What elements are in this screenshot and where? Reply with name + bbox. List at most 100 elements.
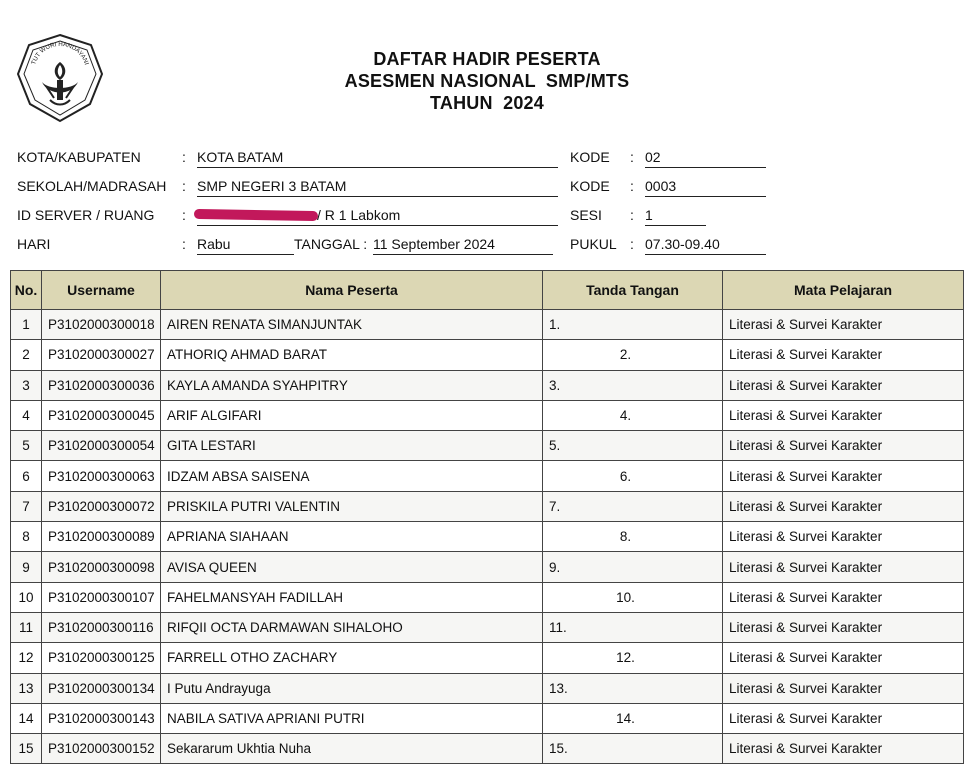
signature-number: 9. <box>549 559 561 575</box>
row-username: P3102000300107 <box>41 581 161 613</box>
sesi-value: 1 <box>645 207 706 226</box>
sesi-label: SESI <box>570 207 602 223</box>
row-nama: KAYLA AMANDA SYAHPITRY <box>160 369 543 401</box>
table-row: 11 P3102000300116 RIFQII OCTA DARMAWAN SIH… <box>10 611 964 644</box>
table-row: 5 P3102000300054 GITA LESTARI 5. Literasi & … <box>10 430 964 462</box>
header-no: No. <box>10 270 42 310</box>
row-username: P3102000300098 <box>41 551 161 583</box>
table-body: 1 P3102000300018 AIREN RENATA SIMANJUNTAK 1… <box>10 308 964 765</box>
colon: : <box>630 236 634 252</box>
row-no: 7 <box>10 490 42 523</box>
row-tanda-tangan: 10. <box>542 581 723 613</box>
table-row: 12 P3102000300125 FARRELL OTHO ZACHARY 12. L… <box>10 642 964 674</box>
hari-value: Rabu <box>197 236 294 255</box>
table-row: 13 P3102000300134 I Putu Andrayuga 13. Liter… <box>10 672 964 704</box>
table-row: 15 P3102000300152 Sekararum Ukhtia Nuha 15.… <box>10 733 964 765</box>
server-value: / R 1 Labkom <box>317 207 401 223</box>
row-tanda-tangan: 14. <box>542 702 723 735</box>
sekolah-label: SEKOLAH/MADRASAH <box>17 178 167 194</box>
colon: : <box>630 207 634 223</box>
row-tanda-tangan: 2. <box>542 339 723 371</box>
row-no: 1 <box>10 308 42 341</box>
row-nama: GITA LESTARI <box>160 430 543 462</box>
row-tanda-tangan: 6. <box>542 460 723 492</box>
row-tanda-tangan: 9. <box>542 551 723 583</box>
row-nama: I Putu Andrayuga <box>160 672 543 704</box>
colon: : <box>182 178 186 194</box>
signature-number: 13. <box>549 680 568 696</box>
row-nama: FAHELMANSYAH FADILLAH <box>160 581 543 613</box>
colon: : <box>630 149 634 165</box>
row-tanda-tangan: 1. <box>542 308 723 341</box>
row-username: P3102000300143 <box>41 702 161 735</box>
header-nama: Nama Peserta <box>160 270 543 310</box>
row-tanda-tangan: 7. <box>542 490 723 523</box>
table-row: 2 P3102000300027 ATHORIQ AHMAD BARAT 2. Lite… <box>10 339 964 371</box>
row-no: 4 <box>10 399 42 432</box>
row-nama: Sekararum Ukhtia Nuha <box>160 733 543 765</box>
row-no: 11 <box>10 611 42 644</box>
colon: : <box>182 236 186 252</box>
row-mata-pelajaran: Literasi & Survei Karakter <box>722 611 964 644</box>
attendance-table: No. Username Nama Peserta Tanda Tangan M… <box>10 270 964 765</box>
row-no: 2 <box>10 339 42 371</box>
row-mata-pelajaran: Literasi & Survei Karakter <box>722 430 964 462</box>
table-row: 10 P3102000300107 FAHELMANSYAH FADILLAH 10.… <box>10 581 964 613</box>
row-nama: AIREN RENATA SIMANJUNTAK <box>160 308 543 341</box>
row-tanda-tangan: 4. <box>542 399 723 432</box>
row-mata-pelajaran: Literasi & Survei Karakter <box>722 733 964 765</box>
signature-number: 3. <box>549 377 561 393</box>
row-nama: PRISKILA PUTRI VALENTIN <box>160 490 543 523</box>
redaction-mark <box>193 208 319 222</box>
row-nama: ARIF ALGIFARI <box>160 399 543 432</box>
table-row: 1 P3102000300018 AIREN RENATA SIMANJUNTAK 1… <box>10 308 964 341</box>
sekolah-value: SMP NEGERI 3 BATAM <box>197 178 558 197</box>
info-section: KOTA/KABUPATEN : KOTA BATAM KODE : 02 SE… <box>0 0 969 260</box>
row-mata-pelajaran: Literasi & Survei Karakter <box>722 521 964 553</box>
kota-value: KOTA BATAM <box>197 149 558 168</box>
row-no: 10 <box>10 581 42 613</box>
kode1-label: KODE <box>570 149 610 165</box>
signature-number: 7. <box>549 498 561 514</box>
row-tanda-tangan: 13. <box>542 672 723 704</box>
row-tanda-tangan: 11. <box>542 611 723 644</box>
row-no: 14 <box>10 702 42 735</box>
row-tanda-tangan: 15. <box>542 733 723 765</box>
row-mata-pelajaran: Literasi & Survei Karakter <box>722 672 964 704</box>
kode1-value: 02 <box>645 149 766 168</box>
row-mata-pelajaran: Literasi & Survei Karakter <box>722 551 964 583</box>
colon: : <box>182 149 186 165</box>
row-nama: APRIANA SIAHAAN <box>160 521 543 553</box>
row-nama: IDZAM ABSA SAISENA <box>160 460 543 492</box>
row-nama: AVISA QUEEN <box>160 551 543 583</box>
row-no: 3 <box>10 369 42 401</box>
row-nama: RIFQII OCTA DARMAWAN SIHALOHO <box>160 611 543 644</box>
kota-label: KOTA/KABUPATEN <box>17 149 141 165</box>
row-username: P3102000300152 <box>41 733 161 765</box>
table-row: 7 P3102000300072 PRISKILA PUTRI VALENTIN 7.… <box>10 490 964 523</box>
pukul-value: 07.30-09.40 <box>645 236 766 255</box>
kode2-label: KODE <box>570 178 610 194</box>
row-mata-pelajaran: Literasi & Survei Karakter <box>722 308 964 341</box>
row-mata-pelajaran: Literasi & Survei Karakter <box>722 702 964 735</box>
signature-number: 12. <box>616 650 635 666</box>
header-username: Username <box>41 270 161 310</box>
row-no: 6 <box>10 460 42 492</box>
row-nama: NABILA SATIVA APRIANI PUTRI <box>160 702 543 735</box>
row-no: 15 <box>10 733 42 765</box>
row-username: P3102000300027 <box>41 339 161 371</box>
row-mata-pelajaran: Literasi & Survei Karakter <box>722 399 964 432</box>
row-username: P3102000300125 <box>41 642 161 674</box>
row-mata-pelajaran: Literasi & Survei Karakter <box>722 642 964 674</box>
row-username: P3102000300072 <box>41 490 161 523</box>
signature-number: 15. <box>549 741 568 757</box>
table-row: 3 P3102000300036 KAYLA AMANDA SYAHPITRY 3. L… <box>10 369 964 401</box>
row-username: P3102000300116 <box>41 611 161 644</box>
row-tanda-tangan: 12. <box>542 642 723 674</box>
row-no: 12 <box>10 642 42 674</box>
row-tanda-tangan: 3. <box>542 369 723 401</box>
row-no: 8 <box>10 521 42 553</box>
table-row: 9 P3102000300098 AVISA QUEEN 9. Literasi & S… <box>10 551 964 583</box>
row-username: P3102000300045 <box>41 399 161 432</box>
row-nama: ATHORIQ AHMAD BARAT <box>160 339 543 371</box>
